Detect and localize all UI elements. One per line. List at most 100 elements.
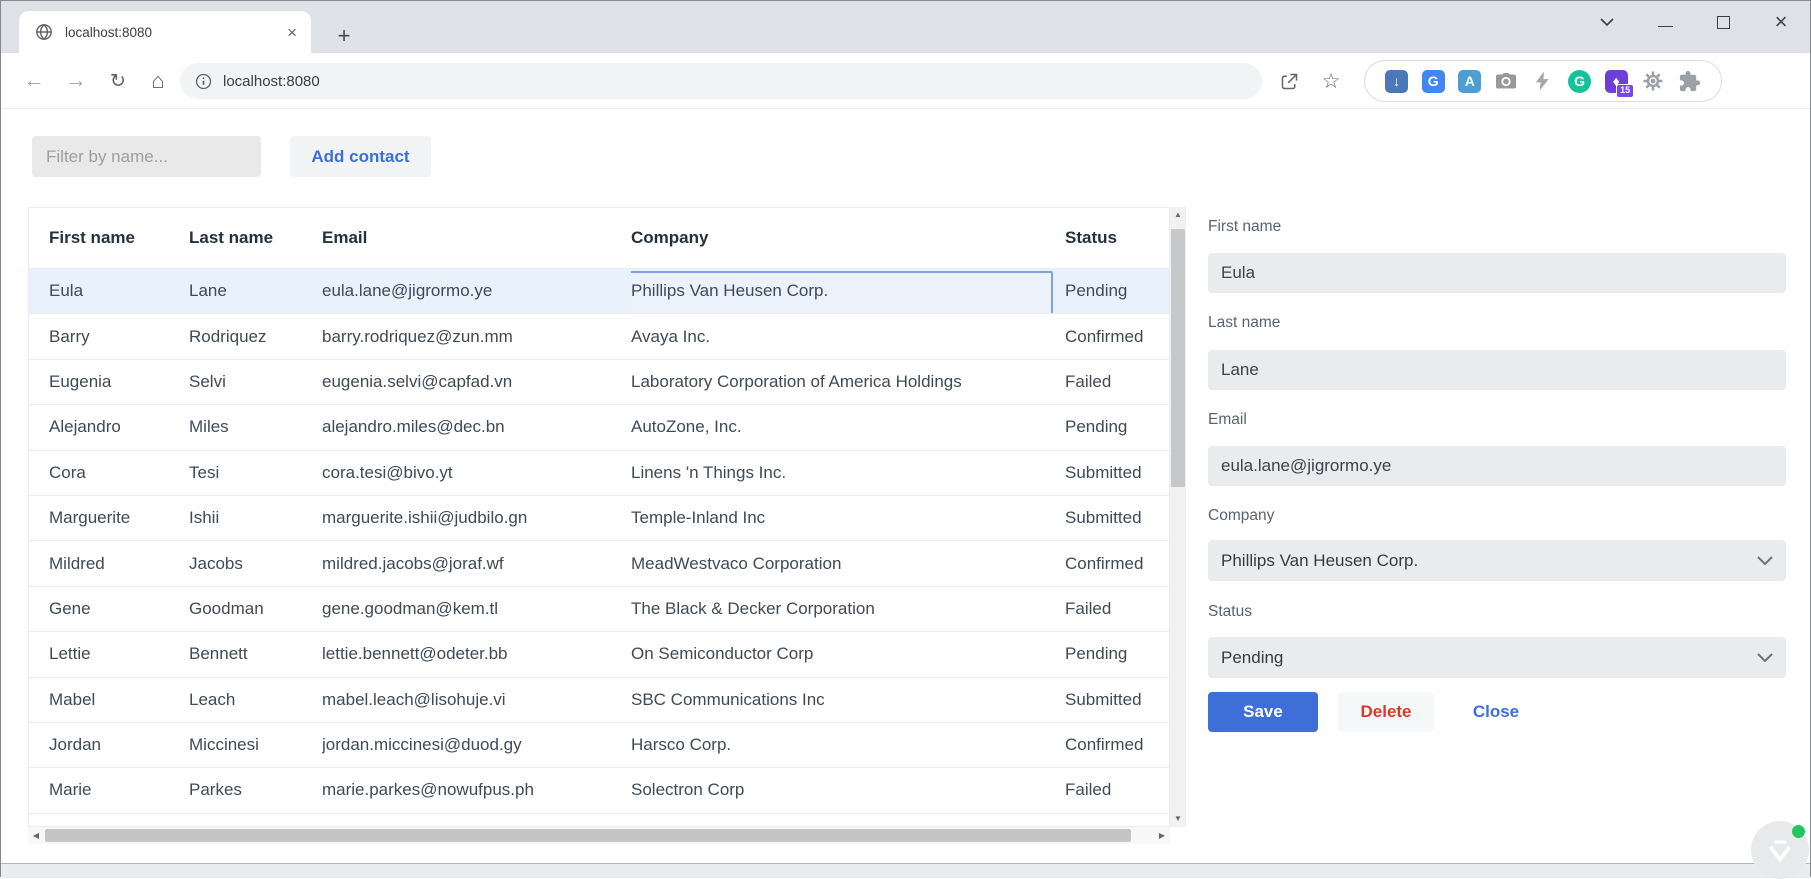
cell-email[interactable]: marie.parkes@nowufpus.ph: [322, 768, 631, 812]
cell-last-name[interactable]: Bennett: [189, 632, 322, 676]
cell-email[interactable]: eula.lane@jigrormo.ye: [322, 269, 631, 313]
cell-status[interactable]: Failed: [1065, 360, 1169, 404]
cell-status[interactable]: Pending: [1065, 269, 1169, 313]
translate-icon[interactable]: G: [1420, 68, 1446, 94]
cell-email[interactable]: marguerite.ishii@judbilo.gn: [322, 496, 631, 540]
bookmark-star-icon[interactable]: ☆: [1315, 53, 1347, 109]
cell-email[interactable]: eugenia.selvi@capfad.vn: [322, 360, 631, 404]
grammarly-icon[interactable]: G: [1567, 68, 1593, 94]
cell-email[interactable]: alejandro.miles@dec.bn: [322, 405, 631, 449]
minimize-button[interactable]: [1636, 1, 1694, 43]
column-header-company[interactable]: Company: [631, 208, 1065, 268]
url-text[interactable]: localhost:8080: [223, 73, 320, 90]
status-select[interactable]: Pending: [1208, 637, 1786, 678]
table-row[interactable]: Cora Tesi cora.tesi@bivo.yt Linens 'n Thing…: [29, 449, 1169, 495]
close-panel-button[interactable]: Close: [1453, 692, 1539, 732]
filter-input[interactable]: [32, 136, 261, 177]
scroll-up-icon[interactable]: ▲: [1170, 208, 1186, 222]
cell-first-name[interactable]: Gene: [49, 587, 189, 631]
cell-company[interactable]: The Black & Decker Corporation: [631, 587, 1065, 631]
close-button[interactable]: ×: [1752, 1, 1810, 43]
table-row[interactable]: Lettie Bennett lettie.bennett@odeter.bb On …: [29, 631, 1169, 676]
reload-icon[interactable]: ↻: [101, 53, 135, 109]
cell-first-name[interactable]: Mabel: [49, 678, 189, 722]
cell-company[interactable]: Avaya Inc.: [631, 314, 1065, 358]
browser-tab[interactable]: localhost:8080 ×: [19, 11, 311, 53]
vertical-scroll-thumb[interactable]: [1171, 229, 1185, 487]
column-header-email[interactable]: Email: [322, 208, 631, 268]
cell-email[interactable]: cora.tesi@bivo.yt: [322, 451, 631, 495]
cell-first-name[interactable]: Marie: [49, 768, 189, 812]
maximize-button[interactable]: [1694, 1, 1752, 43]
table-row[interactable]: Jordan Miccinesi jordan.miccinesi@duod.gy H…: [29, 721, 1169, 767]
cell-status[interactable]: Failed: [1065, 587, 1169, 631]
column-header-last-name[interactable]: Last name: [189, 208, 322, 268]
email-field[interactable]: [1208, 446, 1786, 486]
horizontal-scrollbar[interactable]: ◀ ▶: [28, 827, 1170, 844]
save-button[interactable]: Save: [1208, 692, 1318, 732]
table-row[interactable]: Barry Rodriquez barry.rodriquez@zun.mm Avay…: [29, 313, 1169, 358]
cell-company[interactable]: Laboratory Corporation of America Holdin…: [631, 360, 1065, 404]
table-row[interactable]: Marie Parkes marie.parkes@nowufpus.ph Solec…: [29, 767, 1169, 812]
table-row[interactable]: Gene Goodman gene.goodman@kem.tl The Black …: [29, 585, 1169, 631]
lightning-icon[interactable]: [1530, 68, 1556, 94]
cell-last-name[interactable]: Tesi: [189, 451, 322, 495]
table-row[interactable]: Alejandro Miles alejandro.miles@dec.bn Auto…: [29, 404, 1169, 449]
column-header-status[interactable]: Status: [1065, 208, 1169, 268]
scroll-left-icon[interactable]: ◀: [28, 829, 44, 842]
cell-last-name[interactable]: Ishii: [189, 496, 322, 540]
last-name-field[interactable]: [1208, 350, 1786, 390]
cell-last-name[interactable]: Lane: [189, 269, 322, 313]
cell-first-name[interactable]: Jordan: [49, 723, 189, 767]
scroll-down-icon[interactable]: ▼: [1170, 812, 1186, 826]
cell-status[interactable]: Confirmed: [1065, 723, 1169, 767]
cell-last-name[interactable]: Miles: [189, 405, 322, 449]
add-contact-button[interactable]: Add contact: [290, 136, 431, 177]
cell-last-name[interactable]: Parkes: [189, 768, 322, 812]
cell-first-name[interactable]: Mildred: [49, 541, 189, 585]
cell-status[interactable]: Submitted: [1065, 678, 1169, 722]
horizontal-scroll-thumb[interactable]: [45, 829, 1131, 842]
cell-status[interactable]: Confirmed: [1065, 314, 1169, 358]
cell-email[interactable]: lettie.bennett@odeter.bb: [322, 632, 631, 676]
cell-last-name[interactable]: Miccinesi: [189, 723, 322, 767]
download-icon[interactable]: ↓: [1384, 68, 1410, 94]
window-chevron-icon[interactable]: [1578, 1, 1636, 43]
cell-last-name[interactable]: Jacobs: [189, 541, 322, 585]
table-row[interactable]: Mildred Jacobs mildred.jacobs@joraf.wf Mead…: [29, 540, 1169, 585]
delete-button[interactable]: Delete: [1338, 692, 1434, 732]
table-row[interactable]: Eugenia Selvi eugenia.selvi@capfad.vn Labor…: [29, 358, 1169, 404]
column-header-first-name[interactable]: First name: [49, 208, 189, 268]
share-icon[interactable]: [1273, 53, 1305, 109]
cell-company[interactable]: SBC Communications Inc: [631, 678, 1065, 722]
cell-company[interactable]: Linens 'n Things Inc.: [631, 451, 1065, 495]
cell-status[interactable]: Submitted: [1065, 451, 1169, 495]
keyboard-a-icon[interactable]: A: [1457, 68, 1483, 94]
cell-first-name[interactable]: Marguerite: [49, 496, 189, 540]
info-icon[interactable]: [195, 73, 212, 90]
table-row[interactable]: Mabel Leach mabel.leach@lisohuje.vi SBC Com…: [29, 676, 1169, 722]
focused-cell[interactable]: Phillips Van Heusen Corp.: [631, 269, 1065, 314]
cell-company[interactable]: MeadWestvaco Corporation: [631, 541, 1065, 585]
table-row[interactable]: Marguerite Ishii marguerite.ishii@judbilo.…: [29, 494, 1169, 540]
cell-first-name[interactable]: Barry: [49, 314, 189, 358]
cell-first-name[interactable]: Eugenia: [49, 360, 189, 404]
first-name-field[interactable]: [1208, 253, 1786, 293]
forward-icon[interactable]: →: [59, 53, 93, 109]
gear-icon[interactable]: [1640, 68, 1666, 94]
cell-last-name[interactable]: Leach: [189, 678, 322, 722]
cell-status[interactable]: Pending: [1065, 632, 1169, 676]
new-tab-button[interactable]: +: [331, 25, 357, 47]
cell-email[interactable]: gene.goodman@kem.tl: [322, 587, 631, 631]
back-icon[interactable]: ←: [17, 53, 51, 109]
cell-status[interactable]: Submitted: [1065, 496, 1169, 540]
cell-company[interactable]: Solectron Corp: [631, 768, 1065, 812]
tab-close-icon[interactable]: ×: [287, 24, 297, 41]
table-row[interactable]: Eula Lane eula.lane@jigrormo.ye Phillips Va…: [29, 268, 1169, 314]
cell-company[interactable]: On Semiconductor Corp: [631, 632, 1065, 676]
cell-status[interactable]: Failed: [1065, 768, 1169, 812]
cell-email[interactable]: mildred.jacobs@joraf.wf: [322, 541, 631, 585]
cell-last-name[interactable]: Goodman: [189, 587, 322, 631]
vertical-scrollbar[interactable]: ▲ ▼: [1170, 207, 1186, 827]
cell-email[interactable]: mabel.leach@lisohuje.vi: [322, 678, 631, 722]
